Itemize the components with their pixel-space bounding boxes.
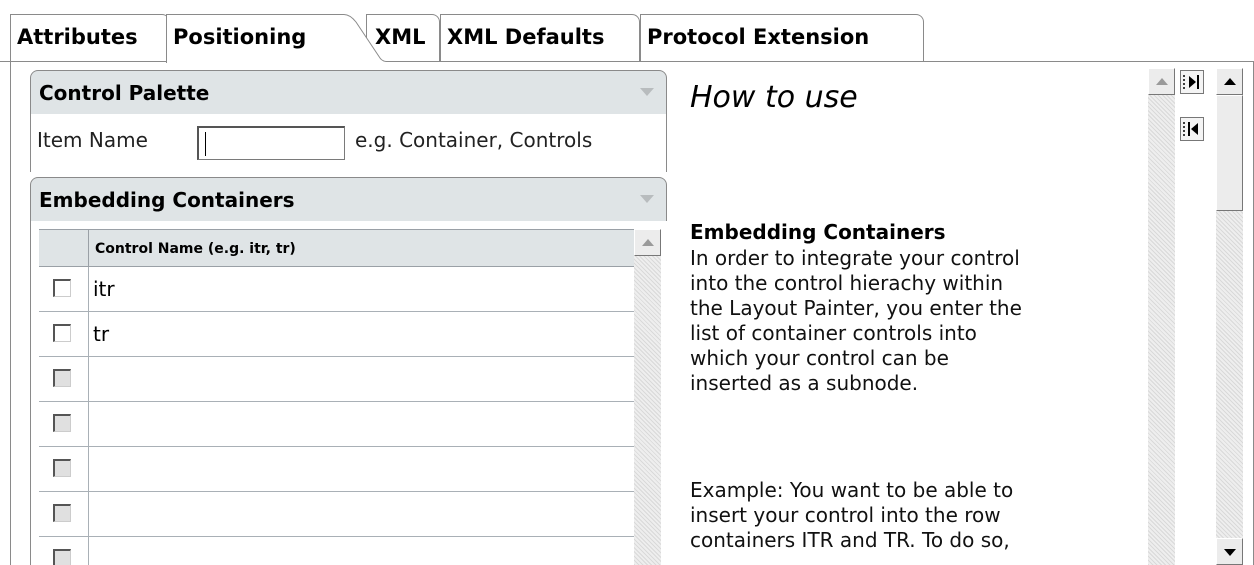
row-checkbox-cell bbox=[39, 447, 88, 491]
table-row[interactable] bbox=[39, 447, 634, 492]
help-scrollbar[interactable] bbox=[1148, 68, 1175, 565]
scroll-up-arrow-icon bbox=[1224, 78, 1236, 85]
row-checkbox[interactable] bbox=[53, 459, 71, 477]
scroll-up-arrow-icon bbox=[642, 239, 654, 246]
page-scrollbar[interactable] bbox=[1216, 68, 1243, 565]
row-name-cell[interactable]: itr bbox=[88, 267, 634, 311]
tab-xml-defaults[interactable]: XML Defaults bbox=[440, 14, 640, 62]
embedding-containers-body: Control Name (e.g. itr, tr) itr tr bbox=[30, 221, 667, 565]
scroll-up-button[interactable] bbox=[634, 229, 661, 256]
grid-header: Control Name (e.g. itr, tr) bbox=[39, 229, 634, 268]
tab-curve bbox=[340, 14, 386, 62]
row-checkbox[interactable] bbox=[53, 324, 71, 342]
help-title: How to use bbox=[690, 80, 858, 115]
table-row[interactable]: itr bbox=[39, 267, 634, 312]
embedding-containers-title: Embedding Containers bbox=[39, 188, 295, 212]
tab-positioning-label: Positioning bbox=[173, 25, 307, 49]
item-name-label: Item Name bbox=[37, 128, 148, 152]
control-palette-header[interactable]: Control Palette bbox=[30, 70, 667, 114]
row-checkbox-cell bbox=[39, 312, 88, 356]
control-palette-body: Item Name e.g. Container, Controls bbox=[30, 114, 667, 172]
expand-right-icon[interactable] bbox=[1180, 70, 1204, 94]
item-name-input[interactable] bbox=[197, 126, 345, 160]
scroll-up-button[interactable] bbox=[1216, 68, 1243, 95]
row-name-cell[interactable] bbox=[88, 492, 634, 536]
row-name-cell[interactable] bbox=[88, 357, 634, 401]
tab-xml-defaults-label: XML Defaults bbox=[447, 25, 605, 49]
help-paragraph: Example: You want to be able to insert y… bbox=[690, 478, 1014, 552]
tab-protocol-extension-label: Protocol Extension bbox=[647, 25, 870, 49]
tab-attributes-label: Attributes bbox=[17, 25, 138, 49]
row-name-cell[interactable]: tr bbox=[88, 312, 634, 356]
help-section-title: Embedding Containers bbox=[690, 220, 946, 244]
scroll-up-button[interactable] bbox=[1148, 68, 1175, 95]
row-name-cell[interactable] bbox=[88, 402, 634, 446]
row-checkbox-cell bbox=[39, 402, 88, 446]
table-row[interactable] bbox=[39, 357, 634, 402]
row-checkbox[interactable] bbox=[53, 414, 71, 432]
column-header-control-name[interactable]: Control Name (e.g. itr, tr) bbox=[88, 230, 296, 268]
grid-scrollbar[interactable] bbox=[634, 229, 661, 565]
scroll-down-button[interactable] bbox=[1216, 538, 1243, 565]
tab-protocol-extension[interactable]: Protocol Extension bbox=[640, 14, 924, 62]
row-checkbox[interactable] bbox=[53, 279, 71, 297]
collapse-triangle-icon[interactable] bbox=[640, 88, 654, 96]
row-checkbox[interactable] bbox=[53, 369, 71, 387]
left-column: Control Palette Item Name e.g. Container… bbox=[30, 70, 667, 565]
scroll-down-arrow-icon bbox=[1224, 549, 1236, 556]
embedding-containers-header[interactable]: Embedding Containers bbox=[30, 177, 667, 221]
tab-attributes[interactable]: Attributes bbox=[10, 14, 170, 62]
item-name-hint: e.g. Container, Controls bbox=[355, 128, 593, 152]
table-row[interactable] bbox=[39, 537, 634, 565]
help-paragraph: In order to integrate your control into … bbox=[690, 246, 1022, 395]
row-checkbox-cell bbox=[39, 537, 88, 565]
row-checkbox-cell bbox=[39, 267, 88, 311]
table-row[interactable]: tr bbox=[39, 312, 634, 357]
scroll-up-arrow-icon bbox=[1156, 78, 1168, 85]
row-checkbox[interactable] bbox=[53, 549, 71, 565]
table-row[interactable] bbox=[39, 402, 634, 447]
help-panel: How to use Embedding Containers In order… bbox=[690, 70, 1140, 565]
text-caret bbox=[205, 132, 206, 156]
tab-positioning[interactable]: Positioning bbox=[166, 14, 341, 63]
collapse-left-icon[interactable] bbox=[1180, 117, 1204, 141]
row-checkbox-cell bbox=[39, 357, 88, 401]
collapse-triangle-icon[interactable] bbox=[640, 195, 654, 203]
scrollbar-thumb[interactable] bbox=[1216, 95, 1243, 211]
row-checkbox-cell bbox=[39, 492, 88, 536]
row-name-cell[interactable] bbox=[88, 447, 634, 491]
row-checkbox[interactable] bbox=[53, 504, 71, 522]
control-palette-title: Control Palette bbox=[39, 81, 210, 105]
row-name-cell[interactable] bbox=[88, 537, 634, 565]
table-row[interactable] bbox=[39, 492, 634, 537]
tab-bar: Attributes XML XML Defaults Protocol Ext… bbox=[0, 0, 1254, 63]
